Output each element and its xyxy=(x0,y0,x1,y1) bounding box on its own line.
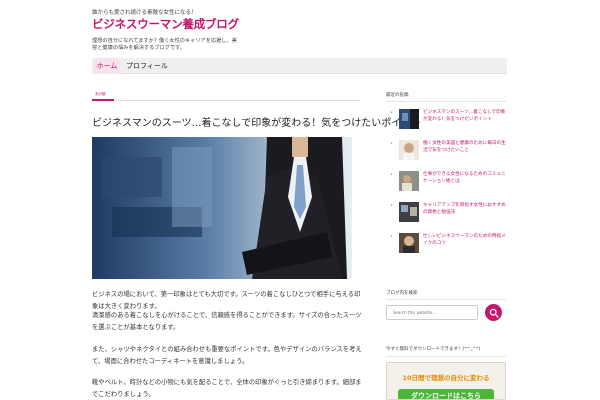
post-paragraph: 靴やベルト、時計などの小物にも気を配ることで、全体の印象がぐっと引き締まります。… xyxy=(92,379,362,398)
businessman-photo xyxy=(92,137,352,279)
category-divider xyxy=(92,100,360,101)
site-description: 理想の自分になれてますか？働く女性のキャリアを応援し、美容と健康の悩みを解決する… xyxy=(92,38,237,51)
woman-thumbnail xyxy=(399,140,419,160)
list-bullet: • xyxy=(390,110,393,116)
banner-headline: 10日間で理想の自分に変わる xyxy=(402,374,490,382)
post-paragraph: また、シャツやネクタイとの組み合わせも重要なポイントです。色やデザインのバランス… xyxy=(92,346,362,365)
search-input[interactable] xyxy=(386,305,478,320)
workplace-thumbnail xyxy=(399,202,419,222)
category-accent xyxy=(92,99,114,101)
post-hero-image xyxy=(92,137,352,279)
search-heading: ブログ内を検索 xyxy=(386,291,418,296)
main-nav: ホーム プロフィール xyxy=(92,58,507,74)
recent-post-thumbnail[interactable] xyxy=(399,140,419,160)
list-bullet: • xyxy=(390,203,393,209)
site-header: 誰からも愛され続ける素敵な女性になる！ ビジネスウーマン養成ブログ 理想の自分に… xyxy=(92,6,512,56)
download-heading: 今すぐ無料でダウンロードできます！(*^_^*) xyxy=(386,347,481,352)
recent-posts-divider xyxy=(386,101,506,102)
recent-post-link[interactable]: 仕事ができる女性になるためのコミュニケーション術とは xyxy=(423,172,507,186)
post-category[interactable]: 未分類 xyxy=(95,92,106,97)
nav-item-home[interactable]: ホーム xyxy=(94,58,120,74)
list-bullet: • xyxy=(390,234,393,240)
post-title[interactable]: ビジネスマンのスーツ…着こなしで印象が変わる！気をつけたいポイント xyxy=(92,114,421,129)
recent-posts-heading: 最近の投稿 xyxy=(386,93,409,98)
recent-post-link[interactable]: 忙しいビジネスウーマンのための時短メイクのコツ xyxy=(423,234,507,248)
download-banner[interactable]: 10日間で理想の自分に変わる ダウンロードはこちら xyxy=(386,362,506,400)
recent-post-link[interactable]: キャリアアップを目指す女性におすすめの資格と勉強法 xyxy=(423,203,507,217)
meeting-thumbnail xyxy=(399,171,419,191)
recent-post-thumbnail[interactable] xyxy=(399,109,419,129)
search-divider xyxy=(386,299,506,300)
post-paragraph: 清潔感のある着こなしを心がけることで、信頼感を得ることができます。サイズの合った… xyxy=(92,312,362,331)
site-title[interactable]: ビジネスウーマン養成ブログ xyxy=(92,16,239,32)
recent-post-thumbnail[interactable] xyxy=(399,233,419,253)
recent-post-thumbnail[interactable] xyxy=(399,171,419,191)
site-tagline-top: 誰からも愛され続ける素敵な女性になる！ xyxy=(92,10,197,16)
download-divider xyxy=(386,356,506,357)
office-thumbnail xyxy=(399,109,419,129)
search-icon xyxy=(489,308,499,318)
download-button[interactable]: ダウンロードはこちら xyxy=(398,389,494,399)
list-bullet: • xyxy=(390,141,393,147)
list-bullet: • xyxy=(390,172,393,178)
recent-post-link[interactable]: 働く女性の美容と健康のために毎日の生活で気をつけたいこと xyxy=(423,141,507,155)
post-paragraph: ビジネスの場において、第一印象はとても大切です。スーツの着こなしひとつで相手に与… xyxy=(92,291,361,310)
nav-item-profile[interactable]: プロフィール xyxy=(126,58,168,74)
search-button[interactable] xyxy=(485,304,502,321)
recent-post-link[interactable]: ビジネスマンのスーツ…着こなしで印象が変わる！気をつけたいポイント xyxy=(423,110,507,124)
portrait-thumbnail xyxy=(399,233,419,253)
recent-post-thumbnail[interactable] xyxy=(399,202,419,222)
